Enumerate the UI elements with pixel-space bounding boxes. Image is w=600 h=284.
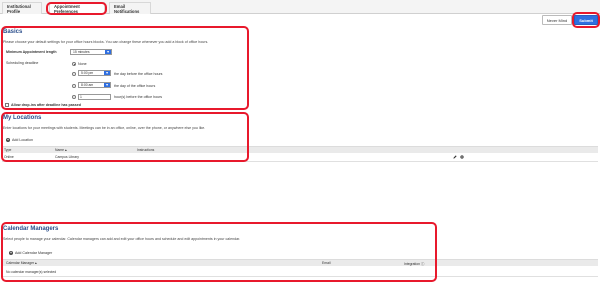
basics-description: Please choose your default settings for … bbox=[3, 40, 209, 44]
locations-table-header bbox=[2, 146, 598, 153]
min-length-value: 15 minutes bbox=[73, 50, 90, 54]
locations-col-name[interactable]: Name ▴ bbox=[55, 148, 67, 152]
locations-title: My Locations bbox=[3, 115, 42, 121]
plus-icon: + bbox=[6, 138, 10, 142]
tab-appointment-preferences[interactable]: Appointment Preferences bbox=[49, 2, 105, 14]
deadline-day-before-radio[interactable] bbox=[72, 72, 76, 76]
add-calendar-manager-button[interactable]: + Add Calendar Manager bbox=[9, 251, 52, 255]
deadline-none-radio[interactable] bbox=[72, 62, 76, 66]
day-of-text: the day of the office hours bbox=[114, 84, 156, 88]
calendar-empty-text: No calendar manager(s) selected bbox=[6, 270, 57, 274]
calendar-description: Select people to manage your calendar. C… bbox=[3, 237, 241, 241]
locations-row-divider bbox=[2, 161, 598, 162]
submit-button[interactable]: Submit bbox=[574, 15, 598, 25]
day-before-time-select[interactable]: 5:00 pm ▼ bbox=[78, 70, 111, 76]
hours-before-text: hour(s) before the office hours bbox=[114, 95, 163, 99]
tab-email-notifications[interactable]: Email Notifications bbox=[109, 2, 151, 14]
never-mind-button[interactable]: Never Mind bbox=[542, 15, 572, 25]
deadline-day-of-radio[interactable] bbox=[72, 84, 76, 88]
deadline-none-label: None bbox=[78, 62, 87, 66]
calendar-row-divider bbox=[2, 276, 598, 277]
hours-before-input[interactable]: 1 bbox=[78, 94, 111, 100]
chevron-down-icon: ▼ bbox=[104, 71, 110, 75]
locations-col-instructions[interactable]: Instructions bbox=[137, 148, 154, 152]
min-length-label: Minimum Appointment length bbox=[6, 50, 57, 54]
deadline-hours-radio[interactable] bbox=[72, 95, 76, 99]
add-location-button[interactable]: + Add Location bbox=[6, 138, 33, 142]
add-location-label: Add Location bbox=[12, 138, 33, 142]
tab-institutional-profile[interactable]: Institutional Profile bbox=[2, 2, 42, 14]
calendar-col-manager[interactable]: Calendar Manager ▴ bbox=[6, 261, 37, 265]
chevron-down-icon: ▼ bbox=[105, 50, 111, 54]
calendar-col-email[interactable]: Email bbox=[322, 261, 330, 265]
plus-icon: + bbox=[9, 251, 13, 255]
gear-icon[interactable] bbox=[460, 155, 464, 159]
basics-title: Basics bbox=[3, 29, 23, 35]
location-type-cell: Online bbox=[4, 155, 14, 159]
deadline-label: Scheduling deadline bbox=[6, 61, 39, 65]
day-before-time-value: 5:00 pm bbox=[81, 71, 94, 75]
allow-dropins-label: Allow drop-ins after deadline has passed bbox=[11, 103, 81, 107]
calendar-title: Calendar Managers bbox=[3, 226, 59, 232]
locations-description: Enter locations for your meetings with s… bbox=[3, 126, 206, 130]
day-of-time-select[interactable]: 8:00 am ▼ bbox=[78, 82, 111, 88]
allow-dropins-checkbox[interactable] bbox=[5, 103, 9, 107]
location-name-cell: Campus Library bbox=[55, 155, 79, 159]
add-calendar-manager-label: Add Calendar Manager bbox=[15, 251, 53, 255]
chevron-down-icon: ▼ bbox=[104, 83, 110, 87]
locations-col-type[interactable]: Type bbox=[4, 148, 11, 152]
calendar-table-header bbox=[2, 259, 598, 266]
calendar-col-integration[interactable]: Integration ⓘ bbox=[404, 261, 424, 266]
annotation-highlight-calendar bbox=[1, 222, 437, 282]
min-length-select[interactable]: 15 minutes ▼ bbox=[70, 49, 112, 55]
day-of-time-value: 8:00 am bbox=[81, 83, 94, 87]
day-before-text: the day before the office hours bbox=[114, 72, 163, 76]
edit-pencil-icon[interactable] bbox=[453, 155, 457, 159]
